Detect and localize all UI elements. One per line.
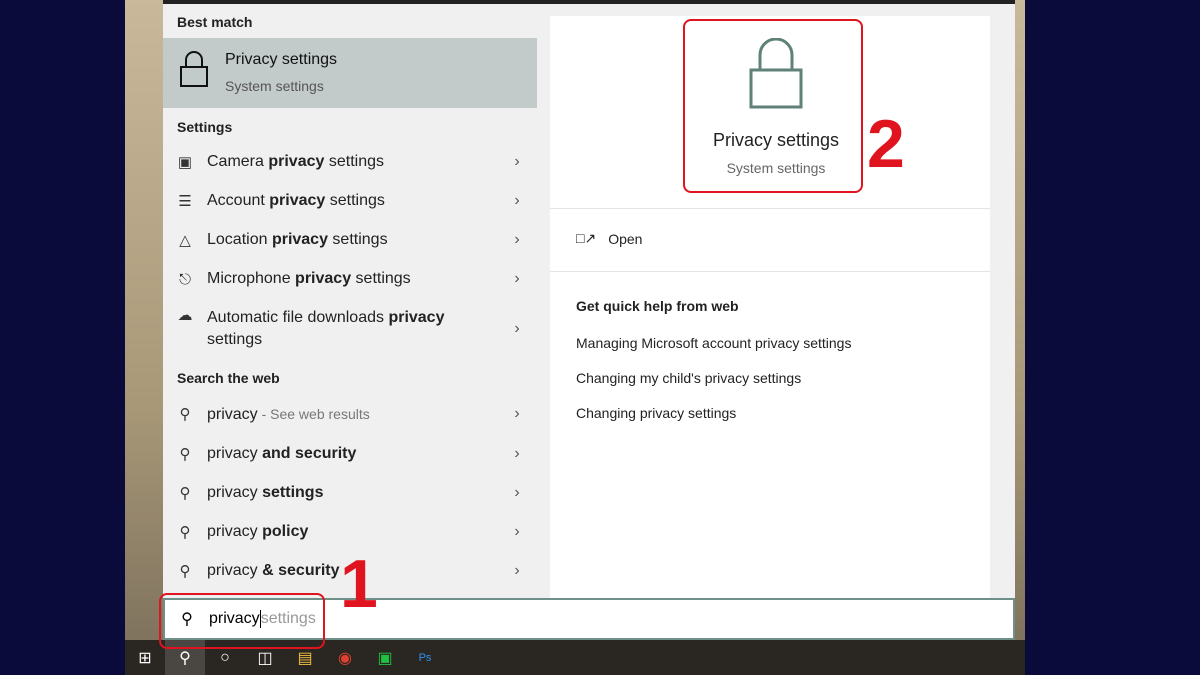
chevron-right-icon[interactable]: ›: [497, 445, 537, 463]
label-post: settings: [324, 153, 384, 170]
account-icon: ☰: [178, 193, 192, 210]
label-bold: and security: [262, 445, 357, 462]
chevron-right-icon[interactable]: ›: [497, 320, 537, 338]
label-pre: privacy: [207, 405, 258, 423]
label-post: settings: [325, 192, 385, 209]
label-pre: Camera: [207, 153, 269, 170]
search-icon: ⚲: [179, 446, 191, 463]
chevron-right-icon[interactable]: ›: [497, 484, 537, 502]
open-button[interactable]: □↗ Open: [576, 230, 642, 247]
label-bold: settings: [262, 484, 324, 501]
divider: [550, 271, 990, 272]
best-match-heading: Best match: [177, 14, 253, 30]
label-post: settings: [351, 270, 411, 287]
best-match-item[interactable]: Privacy settings System settings: [163, 38, 537, 108]
search-icon: ⚲: [179, 563, 191, 580]
settings-item-microphone[interactable]: ⎋ Microphone privacy settings ›: [163, 267, 537, 291]
label-bold: privacy: [271, 231, 328, 248]
web-result-item[interactable]: ⚲ privacy policy ›: [163, 520, 537, 544]
best-match-title: Privacy settings: [225, 51, 338, 68]
label-bold: & security: [262, 562, 340, 579]
help-heading: Get quick help from web: [576, 298, 739, 314]
line-app-icon[interactable]: ▣: [365, 640, 405, 675]
settings-heading: Settings: [177, 119, 233, 135]
settings-item-downloads[interactable]: ☁ Automatic file downloads privacy settin…: [163, 306, 537, 352]
chevron-right-icon[interactable]: ›: [497, 270, 537, 288]
label-pre: Automatic file downloads: [207, 309, 389, 326]
web-hint: - See web results: [257, 405, 370, 422]
label-pre: privacy: [207, 562, 263, 579]
annotation-box-1: [159, 593, 325, 649]
help-link[interactable]: Changing my child's privacy settings: [576, 370, 801, 386]
search-web-heading: Search the web: [177, 370, 280, 386]
settings-item-camera[interactable]: ▣ Camera privacy settings ›: [163, 150, 537, 174]
search-icon: ⚲: [179, 485, 191, 502]
annotation-box-2: [683, 19, 863, 193]
location-icon: △: [179, 232, 191, 249]
label-bold: privacy: [268, 153, 325, 170]
best-match-subtitle: System settings: [225, 78, 324, 94]
chevron-right-icon[interactable]: ›: [497, 405, 537, 423]
label-post: settings: [207, 331, 263, 348]
label-pre: privacy: [207, 523, 263, 540]
annotation-number-2: 2: [867, 106, 905, 182]
start-button[interactable]: ⊞: [125, 640, 165, 675]
chrome-icon[interactable]: ◉: [325, 640, 365, 675]
camera-icon: ▣: [177, 154, 193, 171]
label-bold: policy: [262, 523, 309, 540]
search-icon: ⚲: [179, 524, 191, 541]
label-pre: Microphone: [207, 270, 296, 287]
settings-item-account[interactable]: ☰ Account privacy settings ›: [163, 189, 537, 213]
chevron-right-icon[interactable]: ›: [497, 523, 537, 541]
photoshop-icon[interactable]: Ps: [405, 640, 445, 675]
chevron-right-icon[interactable]: ›: [497, 153, 537, 171]
label-pre: privacy: [207, 484, 263, 501]
label-bold: privacy: [388, 309, 445, 326]
search-icon: ⚲: [179, 406, 191, 423]
label-pre: Location: [207, 231, 272, 248]
label-post: settings: [327, 231, 388, 248]
lock-icon: [180, 51, 208, 87]
label-bold: privacy: [295, 270, 352, 287]
cloud-icon: ☁: [177, 307, 193, 324]
desktop: Best match Privacy settings System setti…: [125, 0, 1025, 675]
help-link[interactable]: Changing privacy settings: [576, 405, 736, 421]
label-pre: Account: [207, 192, 270, 209]
web-result-item[interactable]: ⚲ privacy - See web results ›: [163, 402, 537, 426]
chevron-right-icon[interactable]: ›: [497, 562, 537, 580]
web-result-item[interactable]: ⚲ privacy settings ›: [163, 481, 537, 505]
label-bold: privacy: [269, 192, 326, 209]
settings-item-location[interactable]: △ Location privacy settings ›: [163, 228, 537, 252]
open-label: Open: [608, 230, 643, 247]
web-result-item[interactable]: ⚲ privacy and security ›: [163, 442, 537, 466]
microphone-icon: ⎋: [179, 270, 191, 288]
label-pre: privacy: [207, 445, 263, 462]
divider: [550, 208, 990, 209]
chevron-right-icon[interactable]: ›: [497, 192, 537, 210]
chevron-right-icon[interactable]: ›: [497, 231, 537, 249]
annotation-number-1: 1: [340, 546, 378, 622]
open-icon: □↗: [576, 230, 597, 246]
results-panel: Best match Privacy settings System setti…: [163, 4, 537, 598]
help-link[interactable]: Managing Microsoft account privacy setti…: [576, 335, 851, 351]
